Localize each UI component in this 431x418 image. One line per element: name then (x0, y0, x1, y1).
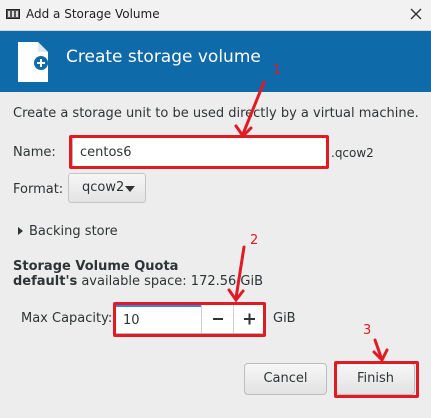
annotation-number-2: 2 (250, 233, 259, 248)
cancel-button[interactable]: Cancel (244, 363, 327, 395)
name-suffix: .qcow2 (331, 146, 374, 160)
name-label: Name: (13, 145, 56, 160)
backing-store-expander[interactable]: Backing store (15, 222, 135, 242)
new-file-icon (18, 42, 48, 82)
window-title: Add a Storage Volume (26, 7, 160, 21)
max-capacity-label: Max Capacity: (21, 311, 113, 326)
annotation-box-finish (334, 361, 419, 398)
quota-pool-name: default's (13, 274, 78, 289)
backing-store-label: Backing store (29, 224, 118, 239)
annotation-arrow-2 (234, 245, 246, 300)
format-label: Format: (13, 182, 64, 197)
dialog-title: Create storage volume (66, 47, 261, 67)
chevron-down-icon (125, 186, 135, 192)
format-value: qcow2 (82, 180, 125, 195)
max-capacity-unit: GiB (273, 311, 296, 326)
virt-manager-icon (6, 9, 20, 19)
annotation-box-name (69, 135, 329, 169)
expander-arrow-icon (18, 227, 23, 235)
quota-title: Storage Volume Quota (13, 259, 179, 274)
annotation-number-3: 3 (363, 323, 372, 338)
annotation-box-capacity (113, 302, 266, 337)
quota-available: default's available space: 172.56 GiB (13, 274, 263, 289)
dialog-description: Create a storage unit to be used directl… (13, 106, 419, 121)
quota-available-text: available space: 172.56 GiB (77, 274, 264, 289)
format-dropdown[interactable]: qcow2 (68, 173, 146, 203)
annotation-number-1: 1 (273, 63, 282, 78)
annotation-arrow-3 (373, 338, 383, 359)
close-icon[interactable] (408, 6, 424, 22)
